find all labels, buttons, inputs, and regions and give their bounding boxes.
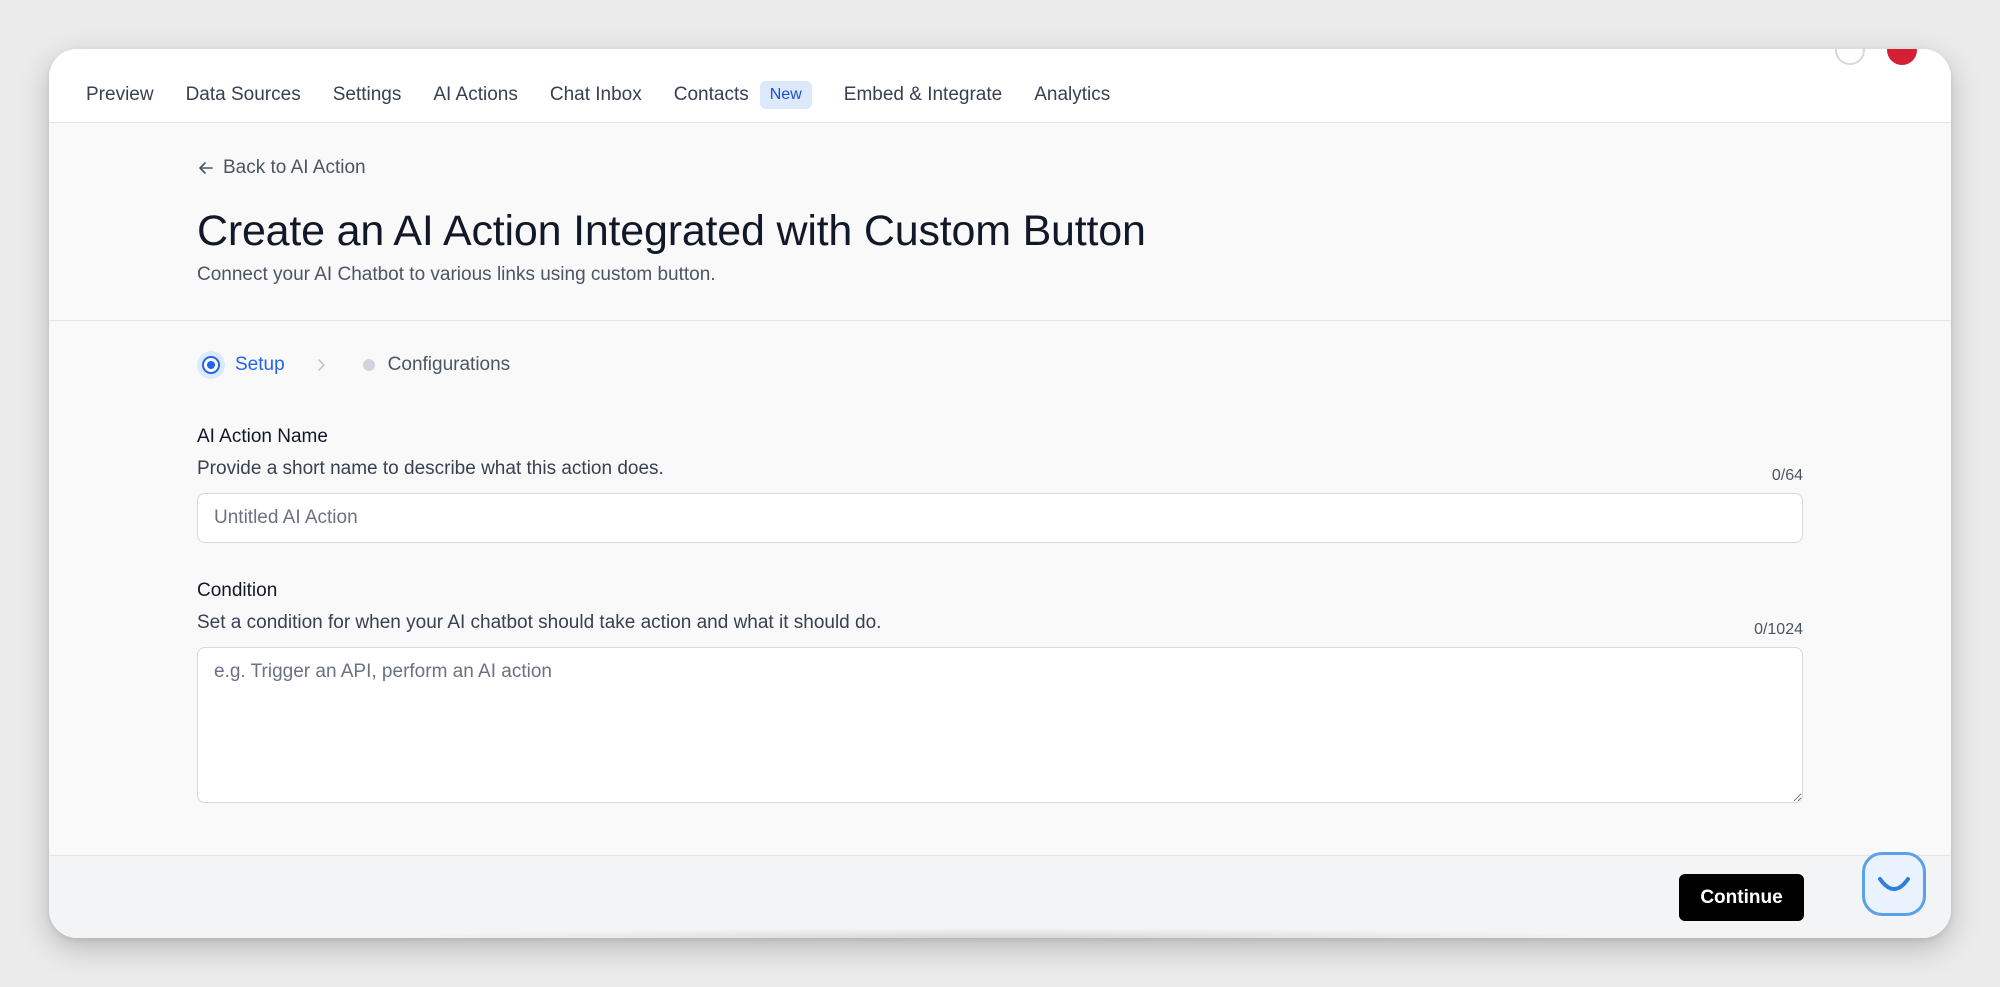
nav-item-settings[interactable]: Settings	[333, 84, 402, 106]
condition-textarea[interactable]	[197, 647, 1803, 803]
nav-item-analytics[interactable]: Analytics	[1034, 84, 1110, 106]
nav-item-data-sources[interactable]: Data Sources	[186, 84, 301, 106]
stepper: Setup Configurations	[197, 351, 510, 379]
nav-item-preview[interactable]: Preview	[86, 84, 154, 106]
footer-bar: Continue	[49, 852, 1951, 938]
page-header: Back to AI Action Create an AI Action In…	[49, 123, 1951, 321]
nav-item-label: Embed & Integrate	[843, 84, 1003, 105]
new-badge: New	[759, 81, 812, 109]
top-right-controls	[1813, 49, 1917, 65]
condition-label: Condition	[197, 580, 278, 601]
condition-counter: 0/1024	[1754, 621, 1803, 638]
nav-item-contacts[interactable]: Contacts New	[674, 81, 812, 109]
condition-description: Set a condition for when your AI chatbot…	[197, 612, 882, 633]
nav-item-label: Analytics	[1034, 84, 1111, 105]
top-navigation-bar: Preview Data Sources Settings AI Actions…	[49, 49, 1951, 123]
chevron-right-icon	[317, 359, 325, 371]
app-window: Preview Data Sources Settings AI Actions…	[49, 49, 1951, 938]
nav-item-embed-integrate[interactable]: Embed & Integrate	[844, 84, 1002, 106]
avatar[interactable]	[1887, 49, 1917, 65]
ai-action-name-description: Provide a short name to describe what th…	[197, 458, 664, 479]
step-active-indicator	[197, 351, 225, 379]
arrow-left-icon	[199, 162, 213, 174]
main-nav: Preview Data Sources Settings AI Actions…	[86, 81, 1142, 109]
step-configurations[interactable]: Configurations	[388, 354, 511, 376]
page-subtitle: Connect your AI Chatbot to various links…	[197, 264, 716, 285]
back-link[interactable]: Back to AI Action	[197, 157, 366, 179]
ai-action-name-label: AI Action Name	[197, 426, 328, 447]
help-icon[interactable]	[1835, 49, 1865, 65]
nav-item-label: Preview	[86, 84, 154, 105]
nav-item-chat-inbox[interactable]: Chat Inbox	[550, 84, 642, 106]
nav-item-label: Data Sources	[185, 84, 301, 105]
ai-action-name-counter: 0/64	[1771, 467, 1803, 484]
step-setup[interactable]: Setup	[235, 354, 285, 376]
nav-item-label: Chat Inbox	[549, 84, 642, 105]
nav-item-label: Settings	[332, 84, 402, 105]
page-title: Create an AI Action Integrated with Cust…	[197, 207, 1146, 255]
nav-item-ai-actions[interactable]: AI Actions	[433, 84, 518, 106]
step-pending-indicator	[362, 359, 375, 371]
back-link-label: Back to AI Action	[223, 157, 366, 178]
continue-button[interactable]: Continue	[1679, 874, 1804, 921]
ai-action-name-input[interactable]	[197, 493, 1803, 543]
chat-widget-icon[interactable]	[1862, 852, 1926, 916]
nav-item-label: AI Actions	[433, 84, 518, 105]
nav-item-label: Contacts	[673, 84, 749, 105]
